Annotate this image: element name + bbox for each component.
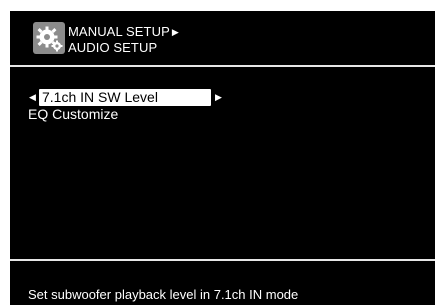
header-divider: [10, 65, 435, 67]
breadcrumb-parent: MANUAL SETUP: [68, 24, 170, 39]
menu-item-eq-customize[interactable]: EQ Customize: [10, 106, 435, 123]
gear-icon: [33, 22, 65, 54]
frame: MANUAL SETUP ▶ AUDIO SETUP ◀ 7.1ch IN SW …: [0, 0, 435, 305]
page-title: AUDIO SETUP: [68, 40, 158, 55]
footer-divider: [10, 259, 435, 261]
menu-item-7-1ch-in-sw-level[interactable]: ◀ 7.1ch IN SW Level ▶: [10, 89, 435, 106]
breadcrumb-arrow-icon: ▶: [171, 27, 179, 37]
breadcrumb-parent-row: MANUAL SETUP ▶: [68, 24, 179, 40]
header: MANUAL SETUP ▶ AUDIO SETUP: [10, 11, 435, 65]
menu-item-label: 7.1ch IN SW Level: [39, 89, 211, 106]
help-text: Set subwoofer playback level in 7.1ch IN…: [28, 287, 299, 302]
menu-item-label: EQ Customize: [28, 106, 119, 122]
breadcrumb: MANUAL SETUP ▶ AUDIO SETUP: [68, 24, 179, 56]
increase-arrow-icon[interactable]: ▶: [215, 89, 222, 106]
settings-menu: ◀ 7.1ch IN SW Level ▶ EQ Customize: [10, 89, 435, 123]
osd-screen: MANUAL SETUP ▶ AUDIO SETUP ◀ 7.1ch IN SW …: [10, 11, 435, 305]
decrease-arrow-icon[interactable]: ◀: [29, 89, 36, 106]
